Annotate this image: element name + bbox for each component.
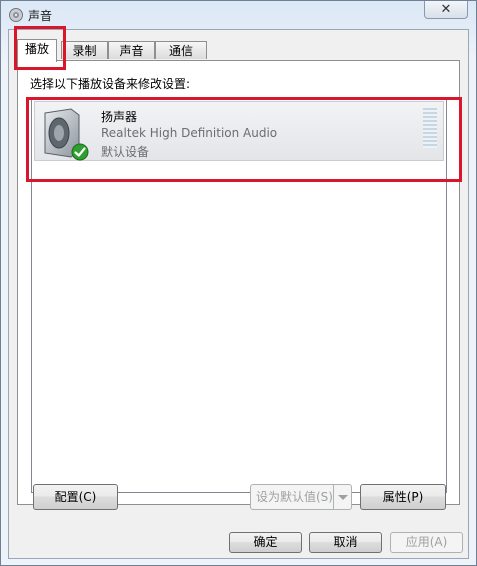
device-list[interactable]: 扬声器 Realtek High Definition Audio 默认设备 [31,98,447,493]
chevron-down-icon[interactable] [333,485,351,509]
configure-button[interactable]: 配置(C) [33,484,118,510]
tab-recording[interactable]: 录制 [61,41,108,59]
apply-button[interactable]: 应用(A) [390,532,463,553]
tab-communications[interactable]: 通信 [155,41,207,59]
apply-button-label: 应用(A) [405,535,448,549]
device-status: 默认设备 [101,145,150,159]
tab-sounds[interactable]: 声音 [108,41,155,59]
close-icon: ✕ [440,2,452,17]
title-bar[interactable]: 声音 ✕ [1,1,476,31]
properties-button-label: 属性(P) [382,490,424,504]
properties-button[interactable]: 属性(P) [360,484,446,510]
set-default-button[interactable]: 设为默认值(S) [250,484,352,510]
cancel-button[interactable]: 取消 [309,532,382,553]
ok-button-label: 确定 [253,535,278,549]
close-button[interactable]: ✕ [424,1,468,19]
tab-recording-label: 录制 [72,44,97,58]
playback-prompt: 选择以下播放设备来修改设置: [30,77,191,91]
set-default-button-label: 设为默认值(S) [256,490,333,504]
device-item-speakers[interactable]: 扬声器 Realtek High Definition Audio 默认设备 [34,101,444,161]
configure-button-label: 配置(C) [54,490,97,504]
window-title: 声音 [28,9,53,23]
dialog-client: 播放 录制 声音 通信 选择以下播放设备来修改设置: 扬声器 Realtek H… [8,29,469,559]
volume-level-meter [423,108,437,148]
checkmark-icon [71,143,89,161]
ok-button[interactable]: 确定 [229,532,302,553]
tab-playback-label: 播放 [24,42,49,56]
device-driver: Realtek High Definition Audio [101,126,278,140]
sound-app-icon [9,8,23,22]
sound-dialog: 声音 ✕ 播放 录制 声音 通信 选择以下播放设备来修改设置: 扬声器 Real… [0,0,477,566]
tab-sounds-label: 声音 [119,44,144,58]
tab-playback[interactable]: 播放 [17,39,57,62]
playback-panel: 选择以下播放设备来修改设置: 扬声器 Realtek High Definiti… [17,60,460,505]
tab-communications-label: 通信 [168,44,193,58]
device-name: 扬声器 [101,110,138,124]
cancel-button-label: 取消 [333,535,358,549]
